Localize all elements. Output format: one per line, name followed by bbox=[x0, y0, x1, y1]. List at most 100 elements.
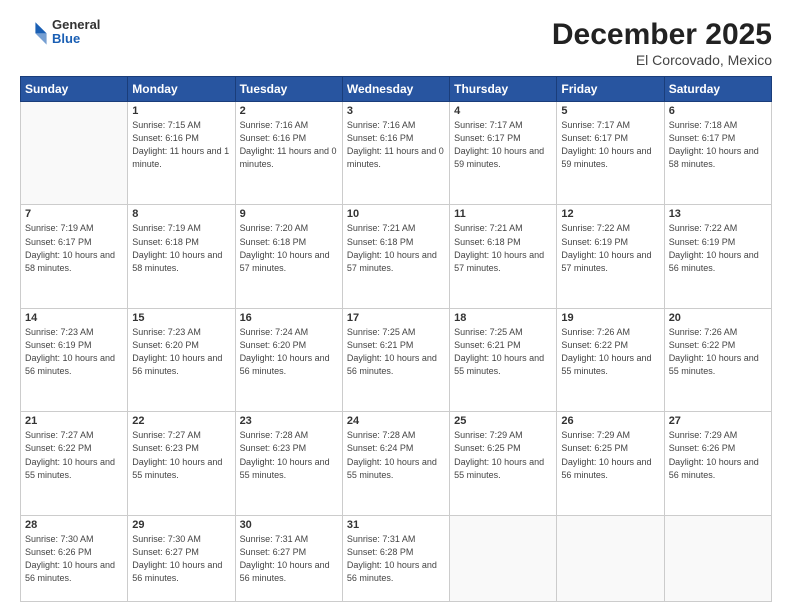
logo-general: General bbox=[52, 18, 100, 32]
cell-content: Sunrise: 7:27 AMSunset: 6:23 PMDaylight:… bbox=[132, 429, 230, 481]
day-number: 10 bbox=[347, 208, 445, 220]
cell-content: Sunrise: 7:25 AMSunset: 6:21 PMDaylight:… bbox=[347, 326, 445, 378]
day-number: 12 bbox=[561, 208, 659, 220]
header-row: SundayMondayTuesdayWednesdayThursdayFrid… bbox=[21, 77, 772, 102]
day-number: 18 bbox=[454, 312, 552, 324]
calendar-cell: 2 Sunrise: 7:16 AMSunset: 6:16 PMDaylight… bbox=[235, 102, 342, 205]
cell-content: Sunrise: 7:23 AMSunset: 6:20 PMDaylight:… bbox=[132, 326, 230, 378]
day-number: 3 bbox=[347, 105, 445, 117]
calendar-cell: 13 Sunrise: 7:22 AMSunset: 6:19 PMDayligh… bbox=[664, 205, 771, 308]
page: General Blue December 2025 El Corcovado,… bbox=[0, 0, 792, 612]
col-header-wednesday: Wednesday bbox=[342, 77, 449, 102]
calendar-cell: 21Sunrise: 7:27 AMSunset: 6:22 PMDayligh… bbox=[21, 412, 128, 515]
header: General Blue December 2025 El Corcovado,… bbox=[20, 18, 772, 68]
calendar-cell: 23Sunrise: 7:28 AMSunset: 6:23 PMDayligh… bbox=[235, 412, 342, 515]
cell-content: Sunrise: 7:29 AMSunset: 6:26 PMDaylight:… bbox=[669, 429, 767, 481]
cell-content: Sunrise: 7:22 AMSunset: 6:19 PMDaylight:… bbox=[669, 222, 767, 274]
calendar-cell: 22 Sunrise: 7:27 AMSunset: 6:23 PMDayligh… bbox=[128, 412, 235, 515]
calendar-cell: 15 Sunrise: 7:23 AMSunset: 6:20 PMDayligh… bbox=[128, 308, 235, 411]
cell-content: Sunrise: 7:28 AMSunset: 6:23 PMDaylight:… bbox=[240, 429, 338, 481]
cell-content: Sunrise: 7:30 AMSunset: 6:26 PMDaylight:… bbox=[25, 533, 123, 585]
calendar-cell: 18 Sunrise: 7:25 AMSunset: 6:21 PMDayligh… bbox=[450, 308, 557, 411]
day-number: 15 bbox=[132, 312, 230, 324]
cell-content: Sunrise: 7:31 AMSunset: 6:28 PMDaylight:… bbox=[347, 533, 445, 585]
calendar-cell: 30 Sunrise: 7:31 AMSunset: 6:27 PMDayligh… bbox=[235, 515, 342, 601]
calendar-title: December 2025 bbox=[552, 18, 772, 52]
cell-content: Sunrise: 7:18 AMSunset: 6:17 PMDaylight:… bbox=[669, 119, 767, 171]
day-number: 13 bbox=[669, 208, 767, 220]
day-number: 24 bbox=[347, 415, 445, 427]
cell-content: Sunrise: 7:31 AMSunset: 6:27 PMDaylight:… bbox=[240, 533, 338, 585]
cell-content: Sunrise: 7:26 AMSunset: 6:22 PMDaylight:… bbox=[561, 326, 659, 378]
calendar-cell: 3 Sunrise: 7:16 AMSunset: 6:16 PMDaylight… bbox=[342, 102, 449, 205]
calendar-cell: 12Sunrise: 7:22 AMSunset: 6:19 PMDayligh… bbox=[557, 205, 664, 308]
week-row-5: 28Sunrise: 7:30 AMSunset: 6:26 PMDayligh… bbox=[21, 515, 772, 601]
calendar-cell: 4 Sunrise: 7:17 AMSunset: 6:17 PMDaylight… bbox=[450, 102, 557, 205]
logo-text: General Blue bbox=[52, 18, 100, 47]
title-block: December 2025 El Corcovado, Mexico bbox=[552, 18, 772, 68]
calendar-cell: 27 Sunrise: 7:29 AMSunset: 6:26 PMDayligh… bbox=[664, 412, 771, 515]
cell-content: Sunrise: 7:16 AMSunset: 6:16 PMDaylight:… bbox=[347, 119, 445, 171]
cell-content: Sunrise: 7:28 AMSunset: 6:24 PMDaylight:… bbox=[347, 429, 445, 481]
cell-content: Sunrise: 7:21 AMSunset: 6:18 PMDaylight:… bbox=[347, 222, 445, 274]
day-number: 22 bbox=[132, 415, 230, 427]
logo: General Blue bbox=[20, 18, 100, 47]
day-number: 11 bbox=[454, 208, 552, 220]
cell-content: Sunrise: 7:17 AMSunset: 6:17 PMDaylight:… bbox=[454, 119, 552, 171]
day-number: 4 bbox=[454, 105, 552, 117]
calendar-cell bbox=[557, 515, 664, 601]
week-row-3: 14Sunrise: 7:23 AMSunset: 6:19 PMDayligh… bbox=[21, 308, 772, 411]
calendar-cell: 29Sunrise: 7:30 AMSunset: 6:27 PMDayligh… bbox=[128, 515, 235, 601]
calendar-table: SundayMondayTuesdayWednesdayThursdayFrid… bbox=[20, 76, 772, 602]
calendar-cell: 17Sunrise: 7:25 AMSunset: 6:21 PMDayligh… bbox=[342, 308, 449, 411]
calendar-cell: 25Sunrise: 7:29 AMSunset: 6:25 PMDayligh… bbox=[450, 412, 557, 515]
col-header-tuesday: Tuesday bbox=[235, 77, 342, 102]
col-header-sunday: Sunday bbox=[21, 77, 128, 102]
day-number: 27 bbox=[669, 415, 767, 427]
calendar-cell bbox=[450, 515, 557, 601]
cell-content: Sunrise: 7:26 AMSunset: 6:22 PMDaylight:… bbox=[669, 326, 767, 378]
logo-icon bbox=[20, 18, 48, 46]
col-header-saturday: Saturday bbox=[664, 77, 771, 102]
day-number: 5 bbox=[561, 105, 659, 117]
day-number: 16 bbox=[240, 312, 338, 324]
day-number: 19 bbox=[561, 312, 659, 324]
cell-content: Sunrise: 7:25 AMSunset: 6:21 PMDaylight:… bbox=[454, 326, 552, 378]
calendar-cell: 24 Sunrise: 7:28 AMSunset: 6:24 PMDayligh… bbox=[342, 412, 449, 515]
cell-content: Sunrise: 7:15 AMSunset: 6:16 PMDaylight:… bbox=[132, 119, 230, 171]
cell-content: Sunrise: 7:16 AMSunset: 6:16 PMDaylight:… bbox=[240, 119, 338, 171]
calendar-cell: 10 Sunrise: 7:21 AMSunset: 6:18 PMDayligh… bbox=[342, 205, 449, 308]
cell-content: Sunrise: 7:29 AMSunset: 6:25 PMDaylight:… bbox=[561, 429, 659, 481]
day-number: 25 bbox=[454, 415, 552, 427]
cell-content: Sunrise: 7:30 AMSunset: 6:27 PMDaylight:… bbox=[132, 533, 230, 585]
cell-content: Sunrise: 7:17 AMSunset: 6:17 PMDaylight:… bbox=[561, 119, 659, 171]
calendar-cell: 11 Sunrise: 7:21 AMSunset: 6:18 PMDayligh… bbox=[450, 205, 557, 308]
calendar-cell: 26Sunrise: 7:29 AMSunset: 6:25 PMDayligh… bbox=[557, 412, 664, 515]
calendar-cell: 14Sunrise: 7:23 AMSunset: 6:19 PMDayligh… bbox=[21, 308, 128, 411]
week-row-2: 7Sunrise: 7:19 AMSunset: 6:17 PMDaylight… bbox=[21, 205, 772, 308]
calendar-cell: 7Sunrise: 7:19 AMSunset: 6:17 PMDaylight… bbox=[21, 205, 128, 308]
calendar-cell bbox=[21, 102, 128, 205]
day-number: 31 bbox=[347, 519, 445, 531]
col-header-monday: Monday bbox=[128, 77, 235, 102]
cell-content: Sunrise: 7:19 AMSunset: 6:17 PMDaylight:… bbox=[25, 222, 123, 274]
calendar-cell: 28Sunrise: 7:30 AMSunset: 6:26 PMDayligh… bbox=[21, 515, 128, 601]
day-number: 30 bbox=[240, 519, 338, 531]
day-number: 2 bbox=[240, 105, 338, 117]
cell-content: Sunrise: 7:21 AMSunset: 6:18 PMDaylight:… bbox=[454, 222, 552, 274]
day-number: 6 bbox=[669, 105, 767, 117]
calendar-cell: 1Sunrise: 7:15 AMSunset: 6:16 PMDaylight… bbox=[128, 102, 235, 205]
calendar-cell: 31 Sunrise: 7:31 AMSunset: 6:28 PMDayligh… bbox=[342, 515, 449, 601]
cell-content: Sunrise: 7:23 AMSunset: 6:19 PMDaylight:… bbox=[25, 326, 123, 378]
day-number: 20 bbox=[669, 312, 767, 324]
calendar-cell bbox=[664, 515, 771, 601]
calendar-cell: 19 Sunrise: 7:26 AMSunset: 6:22 PMDayligh… bbox=[557, 308, 664, 411]
day-number: 8 bbox=[132, 208, 230, 220]
calendar-cell: 16Sunrise: 7:24 AMSunset: 6:20 PMDayligh… bbox=[235, 308, 342, 411]
calendar-cell: 8Sunrise: 7:19 AMSunset: 6:18 PMDaylight… bbox=[128, 205, 235, 308]
calendar-cell: 9Sunrise: 7:20 AMSunset: 6:18 PMDaylight… bbox=[235, 205, 342, 308]
calendar-cell: 6 Sunrise: 7:18 AMSunset: 6:17 PMDaylight… bbox=[664, 102, 771, 205]
calendar-subtitle: El Corcovado, Mexico bbox=[552, 52, 772, 68]
col-header-thursday: Thursday bbox=[450, 77, 557, 102]
day-number: 21 bbox=[25, 415, 123, 427]
